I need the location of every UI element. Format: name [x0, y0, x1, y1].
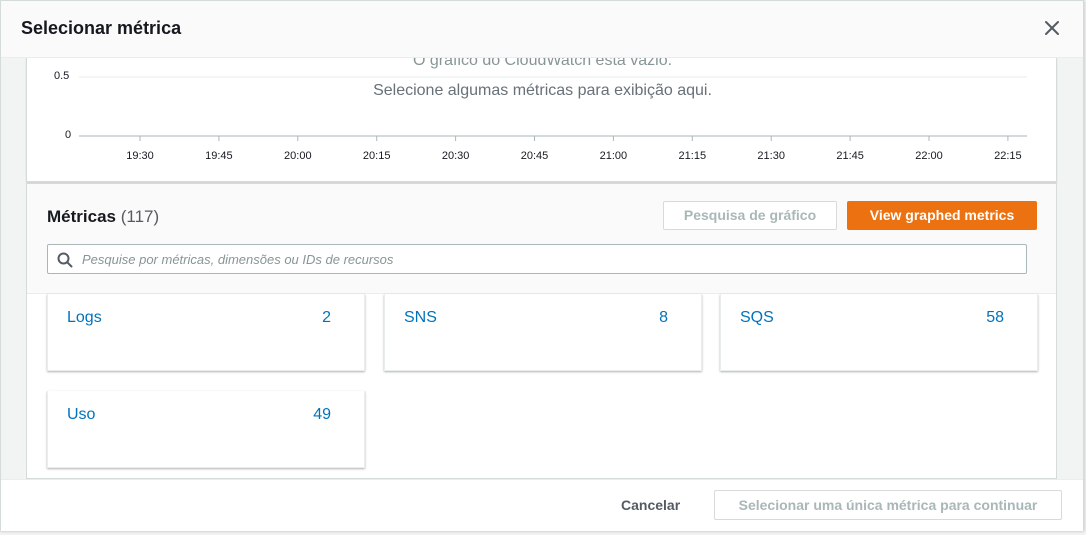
x-tick-label: 19:30 [126, 150, 154, 162]
x-tick-label: 21:00 [599, 150, 628, 162]
namespace-name[interactable]: SNS [404, 309, 437, 327]
x-tick-label: 21:15 [678, 150, 707, 162]
view-graphed-metrics-button[interactable]: View graphed metrics [847, 201, 1037, 230]
metrics-count: (117) [120, 207, 160, 226]
namespace-cards: Logs 2 SNS 8 SQS 58 Uso 49 [27, 294, 1056, 479]
namespace-name[interactable]: Uso [67, 406, 95, 424]
modal-body: O gráfico do CloudWatch está vazio. Sele… [1, 58, 1083, 479]
namespace-card-uso[interactable]: Uso 49 [47, 391, 365, 468]
modal-footer: Cancelar Selecionar uma única métrica pa… [1, 479, 1083, 531]
cancel-button[interactable]: Cancelar [621, 497, 680, 513]
modal-header: Selecionar métrica [1, 1, 1083, 58]
namespace-card-sns[interactable]: SNS 8 [384, 294, 702, 371]
modal-title: Selecionar métrica [21, 18, 182, 38]
x-tick-label: 19:45 [205, 150, 233, 162]
namespace-count: 8 [659, 309, 668, 326]
namespace-count: 2 [322, 309, 331, 326]
namespace-name[interactable]: SQS [740, 309, 774, 327]
metrics-title-text: Métricas [47, 207, 116, 226]
x-tick-label: 20:00 [284, 150, 312, 162]
x-tick-label: 22:15 [994, 150, 1022, 162]
metrics-title: Métricas (117) [47, 207, 159, 227]
metrics-search-input[interactable] [82, 245, 1012, 273]
x-tick-label: 22:00 [915, 150, 943, 162]
search-graph-button[interactable]: Pesquisa de gráfico [663, 201, 837, 230]
continue-button[interactable]: Selecionar uma única métrica para contin… [714, 490, 1062, 520]
metrics-header: Métricas (117) Pesquisa de gráfico View … [27, 184, 1056, 294]
metrics-search-box [47, 244, 1027, 274]
select-metric-modal: Selecionar métrica O gráfico do CloudWat… [0, 0, 1084, 531]
namespace-name[interactable]: Logs [67, 309, 102, 327]
namespace-card-sqs[interactable]: SQS 58 [720, 294, 1038, 371]
chart-axes [79, 76, 1027, 141]
namespace-count: 49 [313, 406, 331, 423]
close-icon[interactable] [1041, 17, 1063, 39]
metrics-panel: Métricas (117) Pesquisa de gráfico View … [26, 183, 1057, 479]
x-tick-label: 21:30 [757, 150, 785, 162]
x-tick-label: 21:45 [836, 150, 864, 162]
x-tick-label: 20:30 [441, 150, 470, 162]
x-tick-label: 20:45 [520, 150, 549, 162]
search-icon [57, 252, 73, 268]
graph-panel: O gráfico do CloudWatch está vazio. Sele… [26, 58, 1057, 182]
namespace-card-logs[interactable]: Logs 2 [47, 294, 365, 371]
namespace-count: 58 [986, 309, 1004, 326]
x-tick-label: 20:15 [362, 150, 391, 162]
